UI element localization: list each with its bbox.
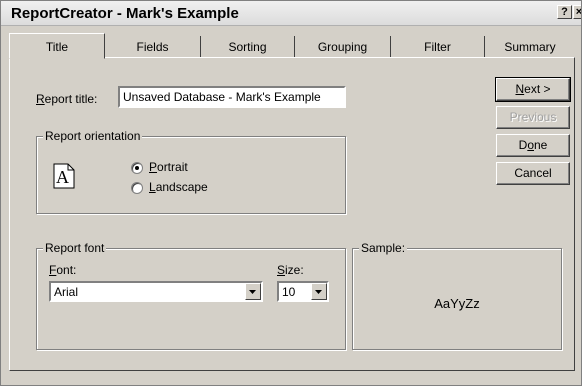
help-icon: ? [561,6,568,18]
close-button[interactable]: × [573,5,582,19]
next-button[interactable]: Next > [495,77,571,102]
window-title: ReportCreator - Mark's Example [11,5,239,22]
title-bar[interactable]: ReportCreator - Mark's Example ? × [1,1,581,26]
report-creator-window: ReportCreator - Mark's Example ? × Title… [0,0,582,386]
orientation-legend: Report orientation [43,129,143,143]
font-select[interactable]: Arial [49,281,263,302]
tab-filter[interactable]: Filter [391,36,485,58]
sample-legend: Sample: [359,241,408,255]
portrait-radio[interactable] [131,162,143,174]
sample-group: Sample: AaYyZz [352,241,562,350]
tab-fields[interactable]: Fields [105,36,201,58]
chevron-down-icon[interactable] [245,283,261,300]
previous-button[interactable]: Previous [496,106,570,129]
tab-strip: Title Fields Sorting Grouping Filter Sum… [9,33,575,59]
tab-title[interactable]: Title [9,33,105,59]
font-label: Font: [49,263,77,277]
font-select-value: Arial [54,285,79,299]
tab-sorting[interactable]: Sorting [201,36,295,58]
done-button[interactable]: Done [496,134,570,157]
report-font-legend: Report font [43,241,107,255]
close-icon: × [575,6,582,18]
landscape-label[interactable]: Landscape [149,180,208,194]
size-select-value: 10 [282,285,296,299]
chevron-down-icon[interactable] [311,283,327,300]
help-button[interactable]: ? [557,5,572,19]
tab-summary[interactable]: Summary [485,36,575,58]
cancel-button[interactable]: Cancel [496,162,570,185]
portrait-label[interactable]: Portrait [149,160,188,174]
report-title-label: Report title: [36,92,98,106]
report-title-input[interactable]: Unsaved Database - Mark's Example [118,86,346,108]
report-font-group: Report font Font: Arial Size: 10 [36,241,346,350]
size-select[interactable]: 10 [277,281,329,302]
size-label: Size: [277,263,304,277]
sample-text: AaYyZz [434,296,480,311]
tab-panel-title: Report title: Unsaved Database - Mark's … [9,57,575,371]
portrait-page-icon: A [53,163,75,189]
orientation-group: Report orientation A Portrait Landscape [36,129,346,214]
landscape-radio[interactable] [131,182,143,194]
tab-grouping[interactable]: Grouping [295,36,391,58]
